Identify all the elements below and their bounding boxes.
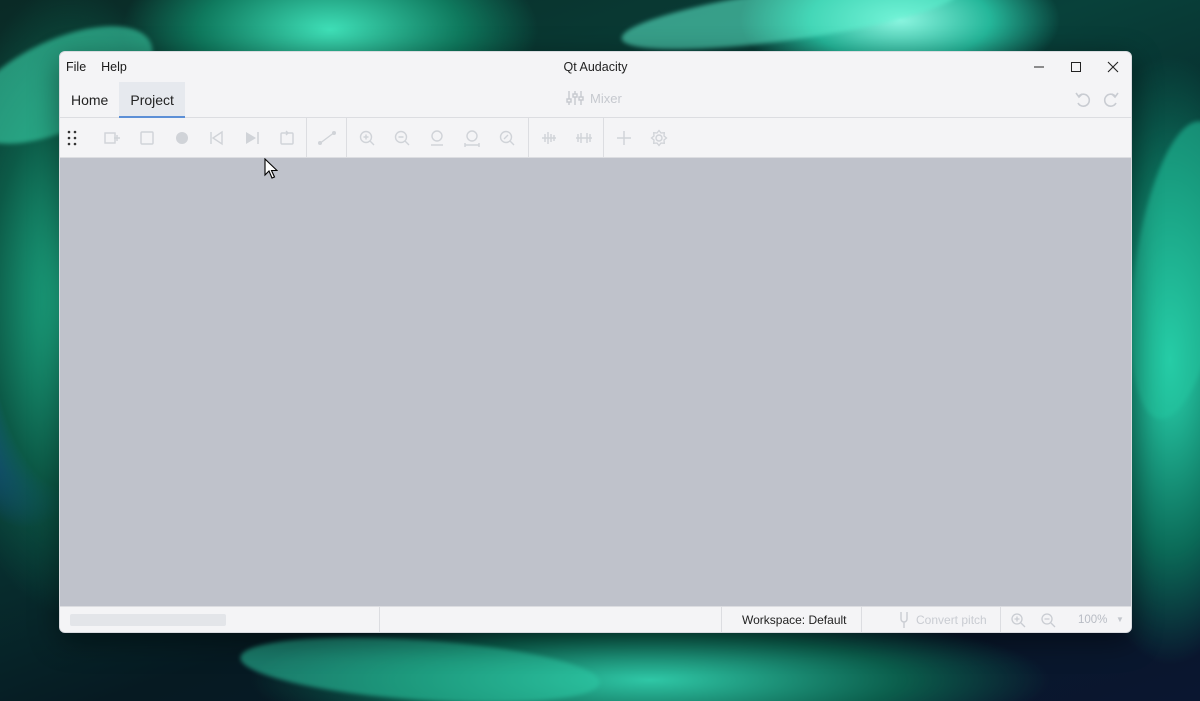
loop-icon [279, 130, 294, 145]
close-icon [1107, 61, 1118, 73]
rewind-button[interactable] [199, 122, 234, 154]
chevron-down-icon[interactable]: ▼ [1116, 607, 1124, 632]
mixer-icon [566, 91, 584, 105]
toolbar-separator [603, 117, 604, 158]
menu-file[interactable]: File [66, 60, 86, 74]
workspace-selector[interactable]: Workspace: Default [742, 607, 847, 632]
zoom-percent[interactable]: 100% [1078, 607, 1107, 632]
toolbar [60, 117, 1131, 158]
status-separator [1000, 607, 1001, 632]
zoom-in-icon [359, 130, 374, 145]
undo-redo-group [1073, 90, 1121, 110]
loop-button[interactable] [269, 122, 304, 154]
minimize-icon [1033, 66, 1044, 68]
maximize-button[interactable] [1057, 52, 1094, 82]
zoom-in-button[interactable] [349, 122, 384, 154]
silence-button[interactable] [566, 122, 601, 154]
add-button[interactable] [606, 122, 641, 154]
undo-icon[interactable] [1073, 90, 1093, 110]
menu-help[interactable]: Help [101, 60, 127, 74]
rewind-icon [209, 130, 223, 145]
progress-bar [70, 613, 226, 626]
close-button[interactable] [1094, 52, 1131, 82]
toolbar-separator [528, 117, 529, 158]
tuning-fork-icon [900, 612, 908, 628]
zoom-toggle-icon [499, 130, 514, 145]
settings-icon [649, 128, 668, 147]
wallpaper-streak [238, 627, 602, 701]
status-separator [721, 607, 722, 632]
zoom-toggle-button[interactable] [489, 122, 524, 154]
add-track-button[interactable] [94, 122, 129, 154]
tab-home[interactable]: Home [60, 82, 119, 117]
title-bar: File Help Qt Audacity [60, 52, 1131, 82]
zoom-controls [1010, 607, 1056, 632]
zoom-out-icon [394, 130, 409, 145]
tab-bar: Home Project Mixer [60, 82, 1131, 118]
status-separator [861, 607, 862, 632]
trim-icon [541, 131, 556, 144]
maximize-icon [1070, 62, 1081, 72]
track-area[interactable] [60, 158, 1131, 606]
automation-button[interactable] [309, 122, 344, 154]
trim-button[interactable] [531, 122, 566, 154]
app-window: File Help Qt Audacity Home Project Mixer… [59, 51, 1132, 633]
redo-icon[interactable] [1101, 90, 1121, 110]
fit-selection-icon [430, 129, 443, 146]
toolbar-separator [346, 117, 347, 158]
tab-project[interactable]: Project [119, 82, 185, 118]
mouse-cursor-icon [264, 158, 278, 179]
fit-selection-button[interactable] [419, 122, 454, 154]
automation-icon [317, 130, 336, 145]
mixer-button[interactable]: Mixer [566, 90, 622, 106]
grip-handle[interactable] [60, 130, 84, 146]
fit-project-icon [463, 129, 480, 147]
menu-bar: File Help [60, 60, 127, 74]
record-icon [175, 131, 188, 144]
minimize-button[interactable] [1020, 52, 1057, 82]
convert-pitch-button[interactable]: Convert pitch [898, 607, 987, 632]
play-icon [245, 131, 259, 144]
add-icon [616, 130, 631, 145]
toolbar-separator [306, 117, 307, 158]
status-separator [379, 607, 380, 632]
zoom-out-button[interactable] [384, 122, 419, 154]
grip-icon [67, 130, 77, 145]
zoom-in-icon[interactable] [1010, 612, 1026, 628]
play-button[interactable] [234, 122, 269, 154]
mixer-label: Mixer [590, 90, 622, 106]
stop-button[interactable] [129, 122, 164, 154]
add-track-icon [103, 131, 120, 144]
fit-project-button[interactable] [454, 122, 489, 154]
record-button[interactable] [164, 122, 199, 154]
toolbar-settings-button[interactable] [641, 122, 676, 154]
convert-pitch-label: Convert pitch [916, 613, 987, 627]
window-title: Qt Audacity [563, 60, 628, 74]
zoom-out-icon[interactable] [1040, 612, 1056, 628]
silence-icon [575, 132, 592, 143]
window-controls [1020, 52, 1131, 82]
stop-icon [139, 130, 154, 145]
status-bar: Workspace: Default Convert pitch 100% ▼ [60, 606, 1131, 632]
